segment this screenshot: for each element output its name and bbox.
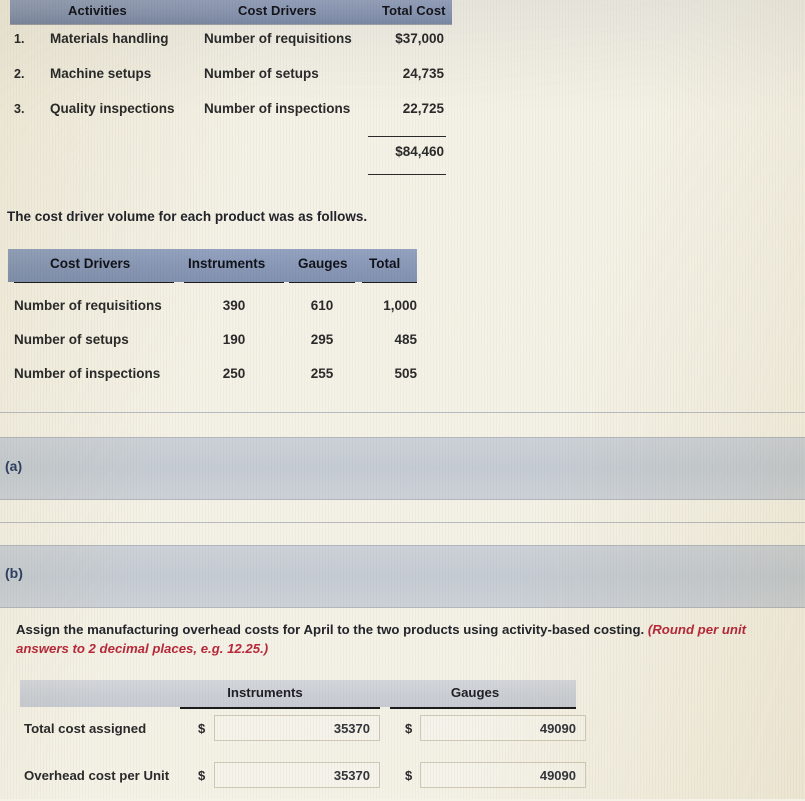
table-row: 3. Quality inspections Number of inspect… (10, 94, 452, 129)
activity-name: Quality inspections (50, 101, 175, 116)
cost-driver-name: Number of setups (14, 332, 129, 347)
section-divider (0, 412, 805, 413)
activity-name: Machine setups (50, 66, 152, 81)
header-underline-total (362, 282, 417, 283)
total-cost-value: 24,735 (402, 66, 444, 81)
part-b-label: (b) (5, 565, 23, 581)
answer-table-header-row: Instruments Gauges (20, 680, 576, 707)
table-row: Overhead cost per Unit $ $ (20, 754, 586, 801)
total-cost-value: 22,725 (402, 101, 444, 116)
gauges-value: 610 (310, 298, 334, 313)
column-header-cost-drivers: Cost Drivers (50, 256, 131, 271)
activities-cost-table: Activities Cost Drivers Total Cost 1. Ma… (10, 0, 452, 175)
table-row: Total cost assigned $ $ (20, 707, 586, 754)
question-main-text: Assign the manufacturing overhead costs … (16, 622, 645, 637)
total-cost-assigned-gauges-input[interactable] (420, 715, 586, 741)
header-underline-gauges (289, 282, 355, 283)
header-underline-instruments (184, 282, 284, 283)
column-header-total: Total (369, 256, 401, 271)
grand-total-value: $84,460 (395, 144, 444, 159)
instruments-value: 250 (222, 366, 246, 381)
answer-row-label: Overhead cost per Unit (24, 768, 170, 783)
overhead-cost-per-unit-instruments-input[interactable] (214, 762, 380, 788)
column-header-total-cost: Total Cost (382, 3, 446, 18)
question-prompt: Assign the manufacturing overhead costs … (16, 620, 796, 658)
column-header-gauges: Gauges (450, 685, 500, 700)
lead-paragraph: The cost driver volume for each product … (7, 209, 368, 224)
worksheet-page: Activities Cost Drivers Total Cost 1. Ma… (0, 0, 805, 799)
cost-driver-name: Number of requisitions (14, 298, 162, 313)
column-header-cost-drivers: Cost Drivers (238, 3, 317, 18)
gauges-value: 255 (310, 366, 334, 381)
overhead-cost-per-unit-gauges-input[interactable] (420, 762, 586, 788)
cost-driver-volume-table: Cost Drivers Instruments Gauges Total Nu… (8, 249, 417, 392)
activities-table-header-row: Activities Cost Drivers Total Cost (10, 0, 452, 24)
row-number: 3. (14, 102, 25, 116)
instruments-value: 390 (222, 298, 246, 313)
volume-table-header-row: Cost Drivers Instruments Gauges Total (8, 249, 417, 282)
total-cost-value: $37,000 (395, 31, 444, 46)
column-header-instruments: Instruments (227, 685, 303, 700)
part-a-label: (a) (5, 458, 23, 474)
table-row: Number of requisitions 390 610 1,000 (8, 290, 417, 324)
total-cost-assigned-instruments-input[interactable] (214, 715, 380, 741)
answer-entry-table: Instruments Gauges Total cost assigned $… (20, 680, 586, 801)
total-value: 485 (394, 332, 417, 347)
activity-name: Materials handling (50, 31, 169, 46)
table-row: 2. Machine setups Number of setups 24,73… (10, 59, 452, 94)
total-value: 505 (394, 366, 417, 381)
part-b-section: (b) (0, 545, 805, 608)
part-a-section: (a) (0, 437, 805, 500)
column-header-activities: Activities (68, 3, 127, 18)
header-underline-cost-drivers (14, 282, 174, 283)
subtotal-rule (368, 136, 446, 137)
cost-driver-name: Number of inspections (204, 101, 351, 116)
table-row: 1. Materials handling Number of requisit… (10, 24, 452, 59)
currency-symbol: $ (198, 768, 206, 783)
row-number: 1. (14, 32, 25, 46)
grand-total-rule (368, 174, 446, 175)
currency-symbol: $ (198, 721, 206, 736)
cost-driver-name: Number of inspections (14, 366, 161, 381)
currency-symbol: $ (405, 721, 413, 736)
answer-row-label: Total cost assigned (24, 721, 147, 736)
currency-symbol: $ (405, 768, 413, 783)
cost-driver-name: Number of requisitions (204, 31, 352, 46)
table-row: Number of setups 190 295 485 (8, 324, 417, 358)
cost-driver-name: Number of setups (204, 66, 319, 81)
column-header-instruments: Instruments (188, 256, 266, 271)
table-row: Number of inspections 250 255 505 (8, 358, 417, 392)
column-header-gauges: Gauges (298, 256, 348, 271)
row-number: 2. (14, 67, 25, 81)
total-value: 1,000 (383, 298, 417, 313)
instruments-value: 190 (222, 332, 246, 347)
section-divider (0, 522, 805, 523)
gauges-value: 295 (310, 332, 334, 347)
